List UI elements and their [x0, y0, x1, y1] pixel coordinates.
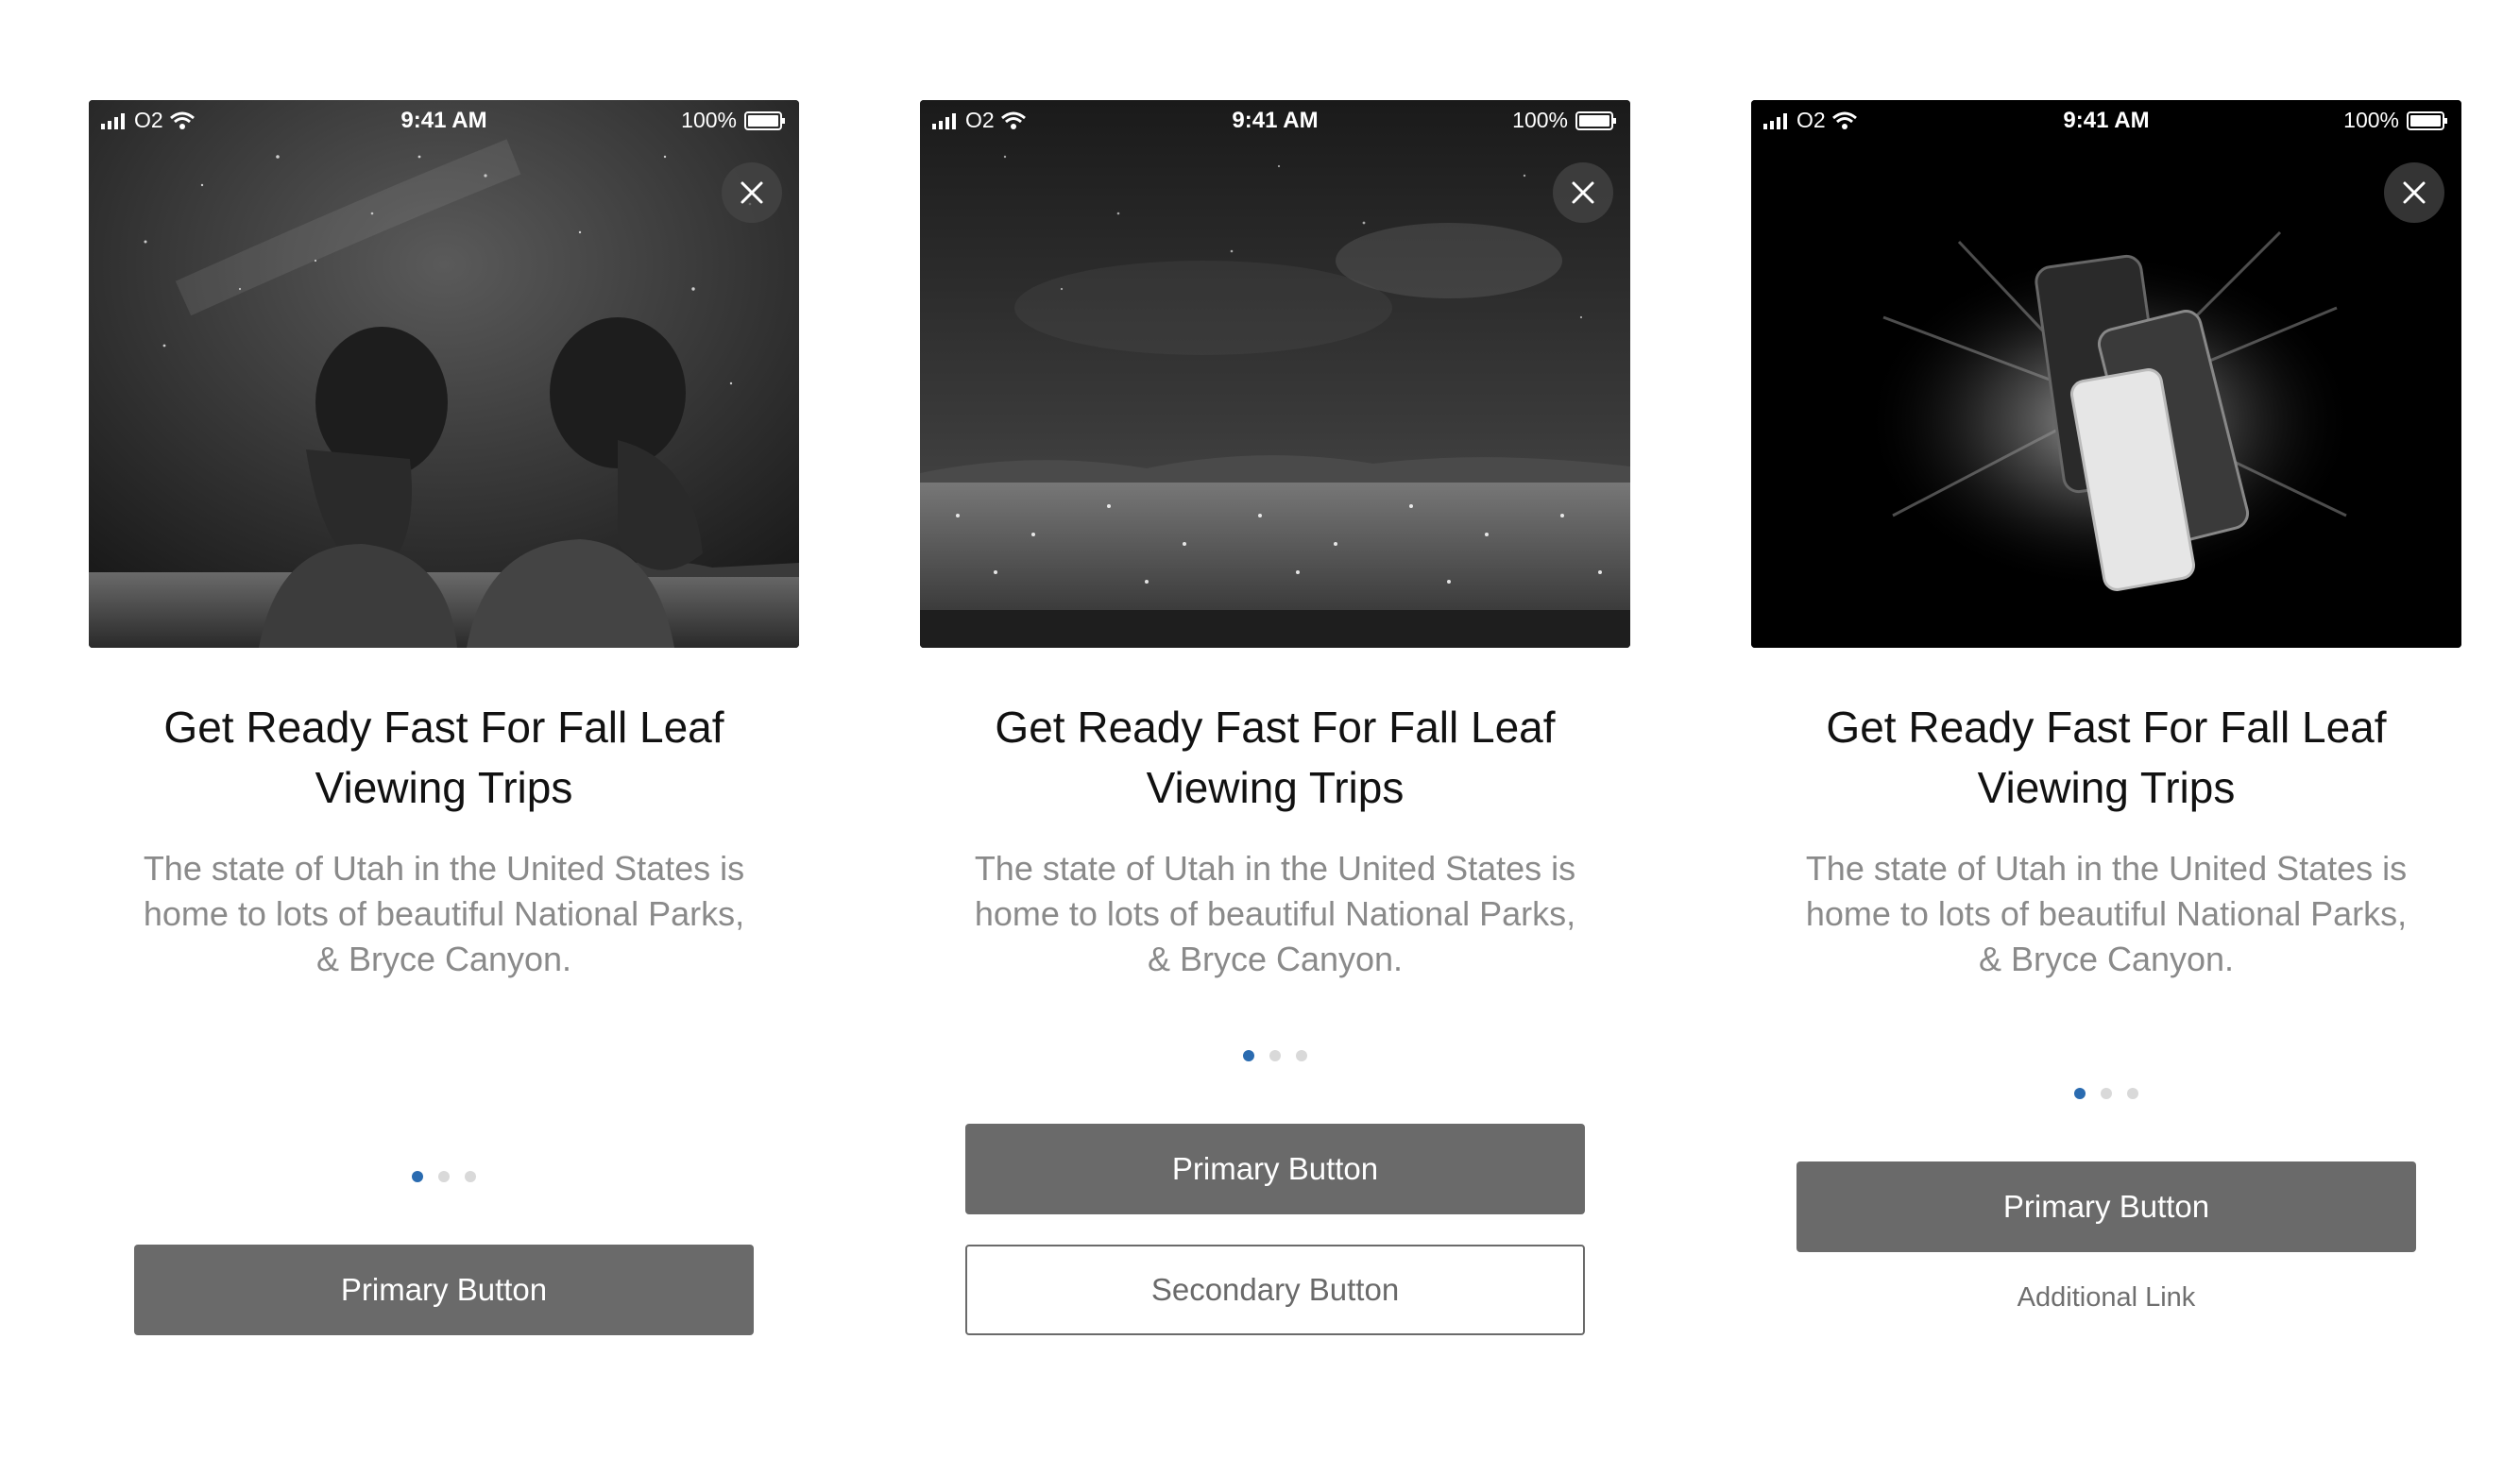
hero-image-smartphones: O2 9:41 AM 100% [1751, 100, 2461, 648]
card-title: Get Ready Fast For Fall Leaf Viewing Tri… [995, 703, 1556, 812]
battery-icon [2407, 110, 2447, 130]
close-button[interactable] [1553, 162, 1613, 223]
page-indicator [1751, 1088, 2461, 1101]
page-dot[interactable] [2101, 1088, 2112, 1099]
onboarding-card-3: O2 9:41 AM 100% Get Ready Fast For Fall … [1751, 100, 2461, 1313]
battery-percentage: 100% [1512, 108, 1568, 132]
card-description: The state of Utah in the United States i… [974, 849, 1576, 978]
close-button[interactable] [2384, 162, 2444, 223]
hero-photo [920, 100, 1630, 648]
hero-photo [1751, 100, 2461, 648]
page-dot-active[interactable] [2074, 1088, 2086, 1099]
card-title: Get Ready Fast For Fall Leaf Viewing Tri… [163, 703, 724, 812]
close-icon [2403, 181, 2426, 204]
onboarding-card-2: O2 9:41 AM 100% Get Ready Fast For Fall … [920, 100, 1630, 1335]
primary-button[interactable]: Primary Button [965, 1124, 1585, 1214]
card-description: The state of Utah in the United States i… [1805, 849, 2408, 978]
card-title: Get Ready Fast For Fall Leaf Viewing Tri… [1826, 703, 2387, 812]
primary-button[interactable]: Primary Button [1796, 1161, 2416, 1252]
hero-photo [89, 100, 799, 648]
status-bar: O2 9:41 AM 100% [1751, 100, 2461, 138]
page-dot-active[interactable] [412, 1171, 423, 1182]
additional-link[interactable]: Additional Link [1751, 1282, 2461, 1314]
primary-button[interactable]: Primary Button [134, 1245, 754, 1335]
battery-percentage: 100% [2343, 108, 2399, 132]
close-button[interactable] [722, 162, 782, 223]
status-bar: O2 9:41 AM 100% [89, 100, 799, 138]
page-indicator [920, 1050, 1630, 1063]
page-dot[interactable] [1296, 1050, 1307, 1061]
secondary-button[interactable]: Secondary Button [965, 1245, 1585, 1335]
page-dot-active[interactable] [1243, 1050, 1254, 1061]
onboarding-card-1: O2 9:41 AM 100% Get Ready Fast For Fall … [89, 100, 799, 1335]
status-bar: O2 9:41 AM 100% [920, 100, 1630, 138]
page-indicator [89, 1171, 799, 1184]
close-icon [1572, 181, 1594, 204]
page-dot[interactable] [1269, 1050, 1281, 1061]
page-dot[interactable] [438, 1171, 450, 1182]
page-dot[interactable] [2127, 1088, 2138, 1099]
card-description: The state of Utah in the United States i… [143, 849, 745, 978]
battery-percentage: 100% [681, 108, 737, 132]
close-icon [741, 181, 763, 204]
hero-image-bearded-men: O2 9:41 AM 100% [89, 100, 799, 648]
hero-image-city-lights: O2 9:41 AM 100% [920, 100, 1630, 648]
battery-icon [1575, 110, 1616, 130]
page-dot[interactable] [465, 1171, 476, 1182]
battery-icon [744, 110, 785, 130]
